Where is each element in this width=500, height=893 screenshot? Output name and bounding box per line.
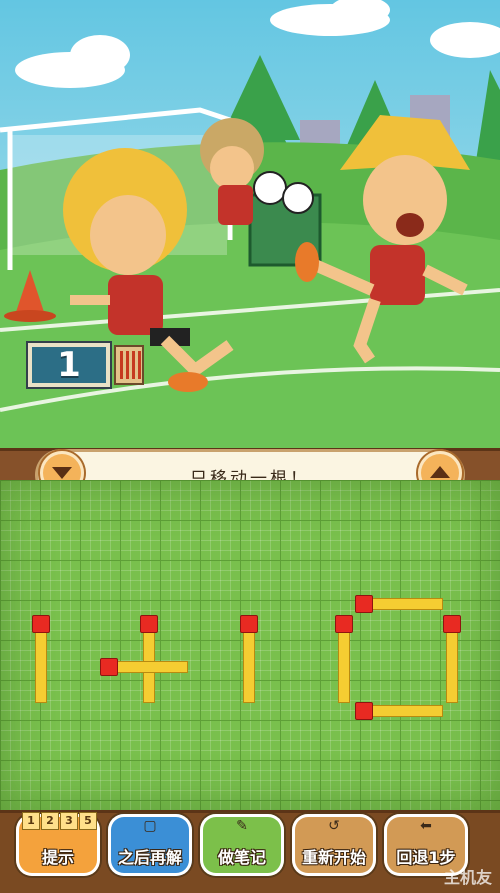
triangle-up-icon [430, 466, 450, 478]
counter-value: 1 [57, 345, 81, 385]
matchbox-counter: 1 [28, 343, 146, 387]
puzzle-board [0, 480, 500, 810]
match-head [355, 595, 373, 613]
match-stick[interactable] [32, 615, 50, 703]
restart-label: 重新开始 [301, 848, 366, 867]
hint-button[interactable]: 1 2 3 5 提示 [16, 812, 100, 876]
matchbox-icon [114, 345, 144, 385]
pencil-icon: ✎ [236, 818, 248, 834]
notes-label: 做笔记 [217, 848, 266, 867]
match-stick[interactable] [100, 658, 188, 676]
match-head [240, 615, 258, 633]
match-stick[interactable] [443, 615, 461, 703]
match-head [100, 658, 118, 676]
match-stick[interactable] [355, 702, 443, 720]
notes-button[interactable]: ✎ 做笔记 [200, 814, 284, 876]
match-head [335, 615, 353, 633]
triangle-down-icon [52, 467, 72, 479]
match-head [443, 615, 461, 633]
match-head [32, 615, 50, 633]
number-tiles-icon: 1 2 3 5 [22, 812, 97, 830]
match-head [355, 702, 373, 720]
restart-button[interactable]: ↺ 重新开始 [292, 814, 376, 876]
left-arrow-icon: ⬅ [420, 818, 432, 834]
match-stick[interactable] [335, 615, 353, 703]
bookmark-face-icon: ▢ [143, 818, 157, 834]
later-button[interactable]: ▢ 之后再解 [108, 814, 192, 876]
hint-label: 提示 [41, 848, 74, 867]
match-head [140, 615, 158, 633]
story-illustration: 1 [0, 0, 500, 450]
match-stick[interactable] [240, 615, 258, 703]
watermark: 主机友 [443, 868, 492, 887]
later-label: 之后再解 [117, 848, 182, 867]
match-stick[interactable] [355, 595, 443, 613]
counter-card: 1 [28, 343, 110, 387]
circular-arrow-icon: ↺ [328, 818, 340, 834]
